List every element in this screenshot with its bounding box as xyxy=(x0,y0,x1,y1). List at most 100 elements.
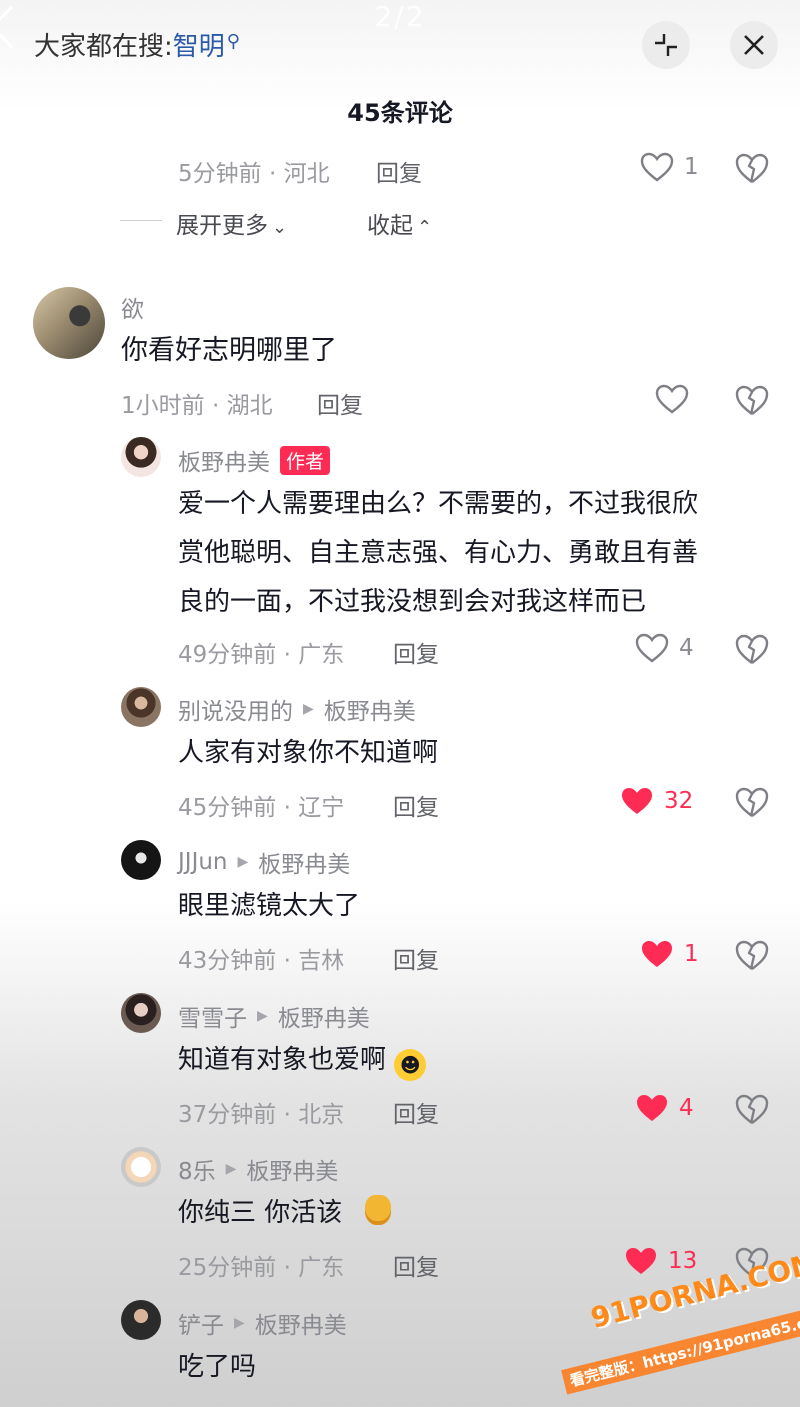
heart-outline-icon xyxy=(655,384,689,414)
avatar[interactable] xyxy=(121,840,161,880)
like-count: 1 xyxy=(684,154,699,180)
reply-meta: 43分钟前 · 吉林 xyxy=(178,948,345,974)
reply-username-label: 8乐 xyxy=(178,1159,216,1185)
like-button[interactable]: 1 xyxy=(640,152,699,182)
watermark: 91PORNA.COM 看完整版：https://91porna65.com xyxy=(560,1246,800,1407)
author-badge: 作者 xyxy=(280,445,331,475)
avatar[interactable] xyxy=(121,687,161,727)
like-count: 32 xyxy=(664,788,694,814)
chevron-down-icon: ⌄ xyxy=(272,217,288,238)
reply-arrow-icon: ▶ xyxy=(225,1161,237,1177)
reply-button[interactable]: 回复 xyxy=(393,1248,439,1282)
like-count: 4 xyxy=(679,635,694,661)
reply-text-line: 良的一面，不过我没想到会对我这样而已 xyxy=(178,587,647,617)
reply-text: 眼里滤镜太大了 xyxy=(178,891,361,921)
reply-text: 你纯三 你活该 xyxy=(178,1189,391,1238)
like-button[interactable]: 4 xyxy=(635,1093,694,1123)
reply-text: 人家有对象你不知道啊 xyxy=(178,738,439,768)
broken-heart-icon xyxy=(735,385,769,415)
divider-line xyxy=(120,220,162,221)
avatar[interactable] xyxy=(121,437,161,477)
expand-more-label: 展开更多 xyxy=(176,213,268,239)
comments-count: 45条评论 xyxy=(347,99,453,127)
reply-username-label: JJJun xyxy=(178,849,228,875)
like-button[interactable]: 32 xyxy=(620,786,693,816)
reply-arrow-icon: ▶ xyxy=(237,854,249,870)
reply-arrow-icon: ▶ xyxy=(234,1315,245,1331)
avatar[interactable] xyxy=(33,287,105,359)
reply-text-label: 你纯三 你活该 xyxy=(178,1198,343,1228)
avatar[interactable] xyxy=(121,993,161,1033)
dislike-button[interactable] xyxy=(735,152,769,188)
broken-heart-icon xyxy=(735,940,769,970)
reply-text: 知道有对象也爱啊 ☻ xyxy=(178,1036,427,1085)
reply-button[interactable]: 回复 xyxy=(393,1095,439,1129)
heart-filled-icon xyxy=(622,788,652,814)
reply-arrow-icon: ▶ xyxy=(257,1008,268,1024)
reply-button[interactable]: 回复 xyxy=(376,154,422,188)
like-button[interactable]: 4 xyxy=(635,633,694,663)
reply-username-label: 板野冉美 xyxy=(178,450,270,476)
search-keyword[interactable]: 智明 xyxy=(173,32,225,62)
reply-username[interactable]: 雪雪子 ▶ 板野冉美 xyxy=(178,999,370,1033)
reply-target-label: 板野冉美 xyxy=(277,1006,370,1032)
reply-username-label: 铲子 xyxy=(178,1313,224,1339)
minimize-button[interactable] xyxy=(642,21,690,69)
avatar[interactable] xyxy=(121,1300,161,1340)
reply-username[interactable]: 别说没用的 ▶ 板野冉美 xyxy=(178,692,416,726)
reply-meta: 25分钟前 · 广东 xyxy=(178,1255,345,1281)
close-icon xyxy=(744,35,764,55)
reply-target-label: 板野冉美 xyxy=(323,699,416,725)
comment-text: 你看好志明哪里了 xyxy=(121,335,337,366)
comment-meta: 1小时前 · 湖北 xyxy=(121,393,273,419)
reply-target-label: 板野冉美 xyxy=(254,1313,347,1339)
reply-meta: 37分钟前 · 北京 xyxy=(178,1102,345,1128)
reply-username[interactable]: JJJun ▶ 板野冉美 xyxy=(178,845,350,879)
minimize-icon xyxy=(655,34,677,56)
expand-more-button[interactable]: 展开更多 ⌄ xyxy=(176,206,287,240)
reply-username[interactable]: 板野冉美 作者 xyxy=(178,443,331,477)
broken-heart-icon xyxy=(735,634,769,664)
dislike-button[interactable] xyxy=(735,1093,769,1129)
reply-button[interactable]: 回复 xyxy=(317,386,363,420)
dislike-button[interactable] xyxy=(735,786,769,822)
reply-text-label: 知道有对象也爱啊 xyxy=(178,1045,387,1075)
reply-text-line: 赏他聪明、自主意志强、有心力、勇敢且有善 xyxy=(178,538,699,568)
broken-heart-icon xyxy=(735,1094,769,1124)
dislike-button[interactable] xyxy=(735,384,769,420)
laugh-cry-emoji-icon: ☻ xyxy=(394,1049,427,1081)
like-count: 4 xyxy=(679,1095,694,1121)
broken-heart-icon xyxy=(735,787,769,817)
reply-meta: 49分钟前 · 广东 xyxy=(178,642,345,668)
like-button[interactable] xyxy=(655,384,689,414)
like-count: 1 xyxy=(684,941,699,967)
broken-heart-icon xyxy=(735,153,769,183)
reply-arrow-icon: ▶ xyxy=(303,701,314,717)
reply-username-label: 雪雪子 xyxy=(178,1006,247,1032)
search-suggestion[interactable]: 大家都在搜:智明 ⚲ xyxy=(34,26,240,63)
reply-username[interactable]: 铲子 ▶ 板野冉美 xyxy=(178,1306,347,1340)
like-button[interactable]: 1 xyxy=(640,939,699,969)
reply-meta: 45分钟前 · 辽宁 xyxy=(178,795,345,821)
heart-outline-icon xyxy=(635,633,669,663)
comment-username[interactable]: 欲 xyxy=(121,290,144,324)
collapse-button[interactable]: 收起 ⌃ xyxy=(367,206,432,240)
dislike-button[interactable] xyxy=(735,939,769,975)
dislike-button[interactable] xyxy=(735,633,769,669)
reply-button[interactable]: 回复 xyxy=(393,635,439,669)
reply-meta: 5分钟前 · 河北 xyxy=(178,161,330,187)
reply-button[interactable]: 回复 xyxy=(393,941,439,975)
chevron-up-icon: ⌃ xyxy=(417,217,433,238)
avatar[interactable] xyxy=(121,1147,161,1187)
reply-button[interactable]: 回复 xyxy=(393,788,439,822)
heart-filled-icon xyxy=(637,1095,667,1121)
reply-target-label: 板野冉美 xyxy=(258,852,351,878)
search-icon: ⚲ xyxy=(226,31,240,52)
reply-username[interactable]: 8乐 ▶ 板野冉美 xyxy=(178,1152,338,1186)
reply-text-line: 爱一个人需要理由么？不需要的，不过我很欣 xyxy=(178,489,699,519)
reply-text: 吃了吗 xyxy=(178,1352,257,1382)
reply-username-label: 别说没用的 xyxy=(178,699,293,725)
heart-outline-icon xyxy=(640,152,674,182)
close-button[interactable] xyxy=(730,21,778,69)
collapse-label: 收起 xyxy=(367,213,413,239)
